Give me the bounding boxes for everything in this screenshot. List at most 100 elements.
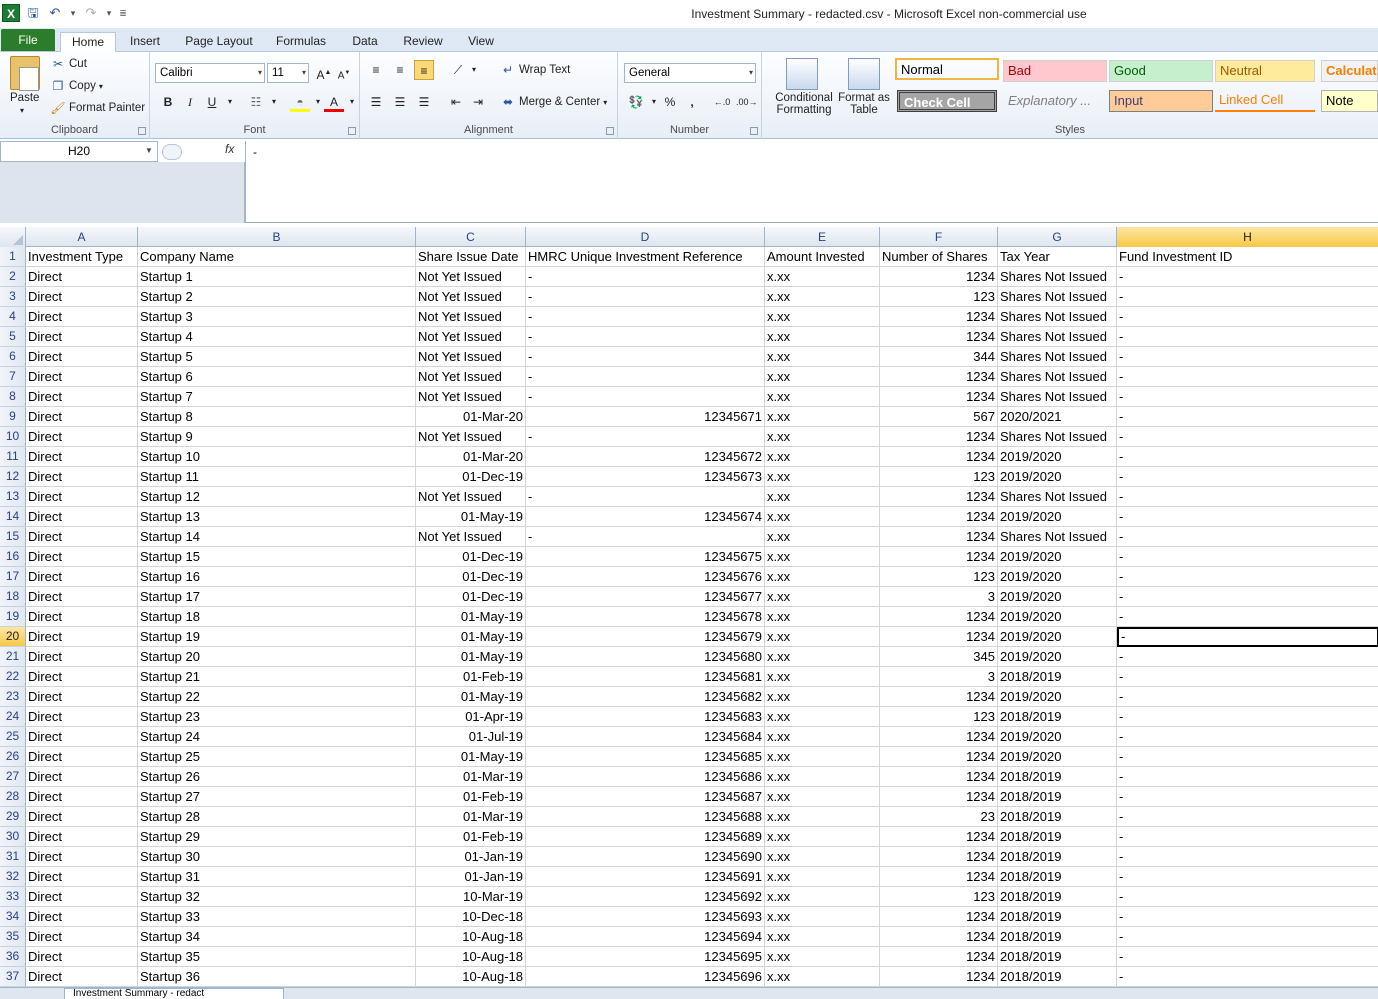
table-cell[interactable]: 1234 (880, 947, 998, 967)
table-cell[interactable]: Startup 15 (138, 547, 416, 567)
row-header[interactable]: 34 (0, 907, 26, 927)
table-cell[interactable]: - (1117, 887, 1378, 907)
table-cell[interactable]: 12345687 (526, 787, 765, 807)
row-header[interactable]: 19 (0, 607, 26, 627)
table-cell[interactable]: x.xx (765, 507, 880, 527)
table-cell[interactable]: x.xx (765, 647, 880, 667)
table-cell[interactable]: 01-Jan-19 (416, 867, 526, 887)
table-cell[interactable]: Direct (26, 907, 138, 927)
tab-formulas[interactable]: Formulas (270, 32, 332, 52)
table-cell[interactable]: 345 (880, 647, 998, 667)
table-cell[interactable]: 2019/2020 (998, 727, 1117, 747)
table-cell[interactable]: 01-Apr-19 (416, 707, 526, 727)
table-cell[interactable]: - (1117, 947, 1378, 967)
row-header[interactable]: 8 (0, 387, 26, 407)
table-cell[interactable]: Direct (26, 767, 138, 787)
row-header[interactable]: 31 (0, 847, 26, 867)
table-cell[interactable]: Startup 8 (138, 407, 416, 427)
font-name-select[interactable]: Calibri ▾ (155, 63, 265, 83)
table-cell[interactable]: 12345696 (526, 967, 765, 987)
shrink-font-icon[interactable]: A▼ (334, 63, 354, 83)
table-cell[interactable]: 2019/2020 (998, 507, 1117, 527)
table-cell[interactable]: - (1117, 627, 1378, 647)
paste-icon[interactable] (10, 56, 40, 91)
table-cell[interactable]: x.xx (765, 787, 880, 807)
table-cell[interactable]: Startup 26 (138, 767, 416, 787)
row-header[interactable]: 11 (0, 447, 26, 467)
table-cell[interactable]: Direct (26, 967, 138, 987)
table-cell[interactable]: 123 (880, 467, 998, 487)
table-cell[interactable]: - (526, 367, 765, 387)
table-cell[interactable]: Direct (26, 507, 138, 527)
table-cell[interactable]: 12345676 (526, 567, 765, 587)
table-cell[interactable]: Direct (26, 467, 138, 487)
table-cell[interactable]: Startup 9 (138, 427, 416, 447)
table-cell[interactable]: - (1117, 767, 1378, 787)
table-cell[interactable]: 123 (880, 887, 998, 907)
table-cell[interactable]: 10-Dec-18 (416, 907, 526, 927)
table-cell[interactable]: x.xx (765, 567, 880, 587)
table-cell[interactable]: 12345683 (526, 707, 765, 727)
table-cell[interactable]: - (1117, 847, 1378, 867)
table-cell[interactable]: Direct (26, 647, 138, 667)
table-cell[interactable]: 12345684 (526, 727, 765, 747)
table-cell[interactable]: Direct (26, 787, 138, 807)
table-cell[interactable]: 2019/2020 (998, 567, 1117, 587)
table-cell[interactable]: 12345671 (526, 407, 765, 427)
table-cell[interactable]: 2020/2021 (998, 407, 1117, 427)
table-cell[interactable]: 344 (880, 347, 998, 367)
table-cell[interactable]: Startup 27 (138, 787, 416, 807)
row-header[interactable]: 3 (0, 287, 26, 307)
cell-style-explanatory[interactable]: Explanatory ... (1003, 90, 1107, 112)
table-cell[interactable]: Direct (26, 267, 138, 287)
row-header[interactable]: 1 (0, 247, 26, 267)
cell-style-input[interactable]: Input (1109, 90, 1213, 112)
table-cell[interactable]: 2018/2019 (998, 887, 1117, 907)
table-cell[interactable]: Direct (26, 947, 138, 967)
table-cell[interactable]: Startup 34 (138, 927, 416, 947)
table-cell[interactable]: - (1117, 427, 1378, 447)
table-cell[interactable]: - (1117, 647, 1378, 667)
column-title-cell[interactable]: Investment Type (26, 247, 138, 267)
table-cell[interactable]: Shares Not Issued (998, 367, 1117, 387)
cell-style-calculation[interactable]: Calculati (1321, 60, 1378, 82)
table-cell[interactable]: x.xx (765, 627, 880, 647)
table-cell[interactable]: 1234 (880, 307, 998, 327)
table-cell[interactable]: Direct (26, 447, 138, 467)
table-cell[interactable]: Direct (26, 287, 138, 307)
table-cell[interactable]: 2018/2019 (998, 787, 1117, 807)
table-cell[interactable]: Startup 23 (138, 707, 416, 727)
table-cell[interactable]: Direct (26, 687, 138, 707)
select-all-button[interactable] (0, 227, 26, 247)
table-cell[interactable]: 12345691 (526, 867, 765, 887)
bold-icon[interactable]: B (158, 92, 178, 112)
align-center-icon[interactable]: ☰ (390, 92, 410, 112)
table-cell[interactable]: x.xx (765, 587, 880, 607)
column-header-d[interactable]: D (526, 227, 765, 247)
table-cell[interactable]: 12345680 (526, 647, 765, 667)
row-header[interactable]: 30 (0, 827, 26, 847)
row-header[interactable]: 14 (0, 507, 26, 527)
table-cell[interactable]: 1234 (880, 327, 998, 347)
column-title-cell[interactable]: Fund Investment ID (1117, 247, 1378, 267)
row-header[interactable]: 13 (0, 487, 26, 507)
table-cell[interactable]: 12345678 (526, 607, 765, 627)
table-cell[interactable]: 12345679 (526, 627, 765, 647)
table-cell[interactable]: 1234 (880, 367, 998, 387)
table-cell[interactable]: 01-May-19 (416, 647, 526, 667)
row-header[interactable]: 29 (0, 807, 26, 827)
table-cell[interactable]: 12345674 (526, 507, 765, 527)
clipboard-launcher-icon[interactable] (138, 127, 146, 135)
table-cell[interactable]: Startup 36 (138, 967, 416, 987)
format-as-table-button[interactable]: Format as Table (838, 92, 890, 116)
table-cell[interactable]: Shares Not Issued (998, 287, 1117, 307)
table-cell[interactable]: Direct (26, 567, 138, 587)
table-cell[interactable]: Not Yet Issued (416, 307, 526, 327)
tab-review[interactable]: Review (398, 32, 448, 52)
name-box-dropdown-icon[interactable]: ▼ (145, 146, 153, 155)
table-cell[interactable]: Shares Not Issued (998, 487, 1117, 507)
column-header-f[interactable]: F (880, 227, 998, 247)
tab-home[interactable]: Home (60, 32, 116, 53)
table-cell[interactable]: 1234 (880, 547, 998, 567)
table-cell[interactable]: x.xx (765, 767, 880, 787)
